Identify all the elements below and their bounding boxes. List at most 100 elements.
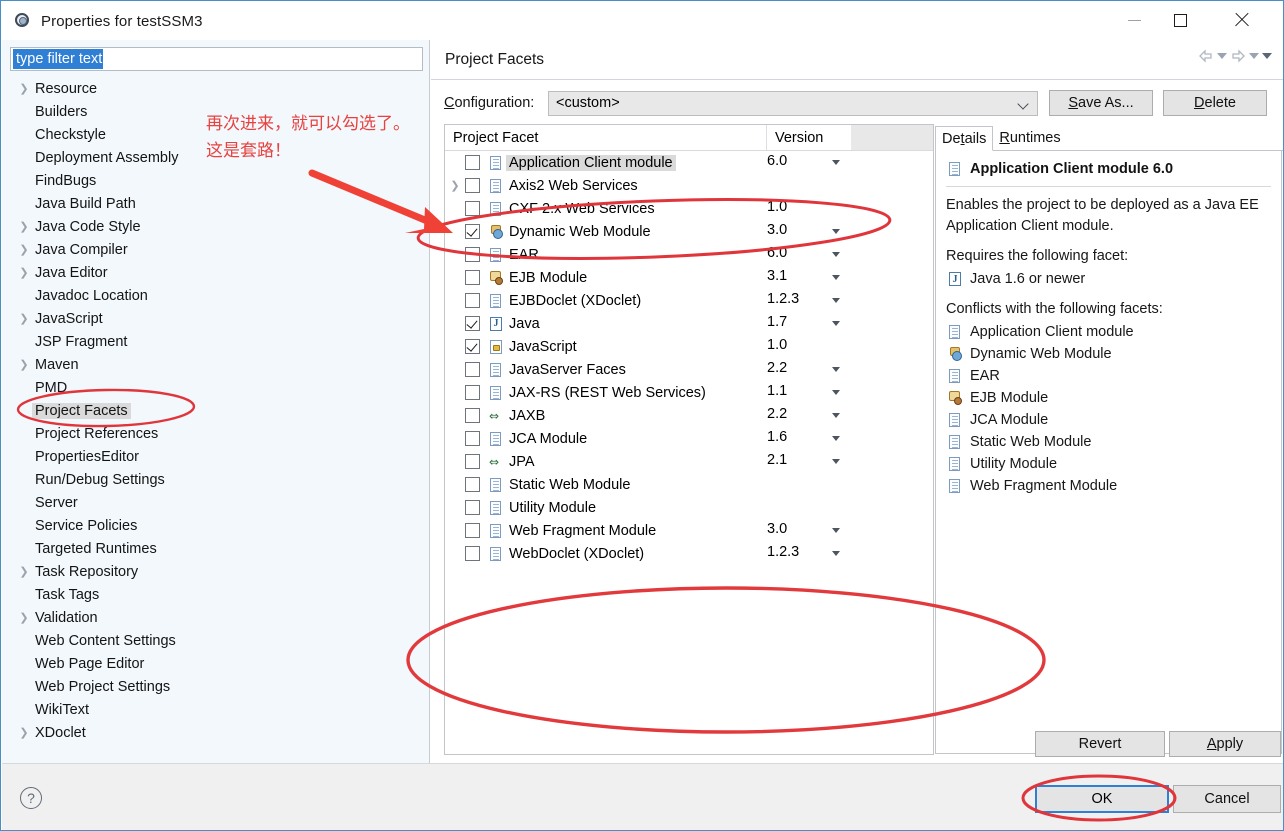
version-dropdown-icon[interactable] bbox=[832, 436, 840, 441]
facet-checkbox[interactable] bbox=[465, 500, 480, 515]
version-dropdown-icon[interactable] bbox=[832, 321, 840, 326]
version-dropdown-icon[interactable] bbox=[832, 413, 840, 418]
column-header-version[interactable]: Version bbox=[767, 125, 851, 150]
sidebar-item-service-policies[interactable]: ❯Service Policies bbox=[2, 514, 429, 537]
close-button[interactable] bbox=[1219, 2, 1265, 38]
table-row[interactable]: JavaServer Faces 2.2 bbox=[445, 358, 933, 381]
sidebar-item-java-code-style[interactable]: ❯ Java Code Style bbox=[2, 215, 429, 238]
facet-checkbox[interactable] bbox=[465, 224, 480, 239]
maximize-button[interactable] bbox=[1157, 2, 1203, 38]
sidebar-item-wikitext[interactable]: ❯WikiText bbox=[2, 698, 429, 721]
sidebar-item-project-references[interactable]: ❯Project References bbox=[2, 422, 429, 445]
apply-button[interactable]: Apply bbox=[1169, 731, 1281, 757]
table-row[interactable]: ❯ Axis2 Web Services bbox=[445, 174, 933, 197]
facet-checkbox[interactable] bbox=[465, 362, 480, 377]
version-dropdown-icon[interactable] bbox=[832, 229, 840, 234]
chevron-right-icon[interactable]: ❯ bbox=[16, 726, 32, 739]
sidebar-item-pmd[interactable]: ❯PMD bbox=[2, 376, 429, 399]
sidebar-item-resource[interactable]: ❯ Resource bbox=[2, 77, 429, 100]
configuration-select[interactable]: <custom> bbox=[548, 90, 1038, 116]
facet-checkbox[interactable] bbox=[465, 454, 480, 469]
help-icon[interactable]: ? bbox=[20, 787, 42, 809]
sidebar-item-task-tags[interactable]: ❯Task Tags bbox=[2, 583, 429, 606]
sidebar-item-javadoc-location[interactable]: ❯Javadoc Location bbox=[2, 284, 429, 307]
chevron-right-icon[interactable]: ❯ bbox=[445, 179, 465, 192]
column-header-facet[interactable]: Project Facet bbox=[445, 125, 767, 150]
table-row[interactable]: JCA Module 1.6 bbox=[445, 427, 933, 450]
ok-button[interactable]: OK bbox=[1035, 785, 1169, 813]
chevron-right-icon[interactable]: ❯ bbox=[16, 611, 32, 624]
table-row[interactable]: ⇔ JPA 2.1 bbox=[445, 450, 933, 473]
table-row[interactable]: Static Web Module bbox=[445, 473, 933, 496]
table-row[interactable]: JavaScript 1.0 bbox=[445, 335, 933, 358]
sidebar-item-propertieseditor[interactable]: ❯PropertiesEditor bbox=[2, 445, 429, 468]
facet-checkbox[interactable] bbox=[465, 270, 480, 285]
version-dropdown-icon[interactable] bbox=[832, 298, 840, 303]
sidebar-item-xdoclet[interactable]: ❯ XDoclet bbox=[2, 721, 429, 744]
sidebar-item-javascript[interactable]: ❯ JavaScript bbox=[2, 307, 429, 330]
sidebar-item-web-project-settings[interactable]: ❯Web Project Settings bbox=[2, 675, 429, 698]
facet-checkbox[interactable] bbox=[465, 339, 480, 354]
cancel-button[interactable]: Cancel bbox=[1173, 785, 1281, 813]
table-row[interactable]: ⇔ JAXB 2.2 bbox=[445, 404, 933, 427]
forward-dropdown-icon[interactable] bbox=[1249, 53, 1259, 59]
version-dropdown-icon[interactable] bbox=[832, 528, 840, 533]
search-input[interactable]: type filter text bbox=[10, 47, 423, 71]
sidebar-item-maven[interactable]: ❯ Maven bbox=[2, 353, 429, 376]
project-facet-table[interactable]: Project Facet Version Application Client… bbox=[444, 124, 934, 755]
sidebar-item-server[interactable]: ❯Server bbox=[2, 491, 429, 514]
table-row[interactable]: EAR 6.0 bbox=[445, 243, 933, 266]
version-dropdown-icon[interactable] bbox=[832, 367, 840, 372]
minimize-button[interactable] bbox=[1111, 2, 1157, 38]
facet-checkbox[interactable] bbox=[465, 178, 480, 193]
sidebar-item-web-content-settings[interactable]: ❯Web Content Settings bbox=[2, 629, 429, 652]
back-dropdown-icon[interactable] bbox=[1217, 53, 1227, 59]
table-row[interactable]: EJB Module 3.1 bbox=[445, 266, 933, 289]
delete-button[interactable]: Delete bbox=[1163, 90, 1267, 116]
version-dropdown-icon[interactable] bbox=[832, 275, 840, 280]
table-row[interactable]: Web Fragment Module 3.0 bbox=[445, 519, 933, 542]
table-row[interactable]: EJBDoclet (XDoclet) 1.2.3 bbox=[445, 289, 933, 312]
chevron-right-icon[interactable]: ❯ bbox=[16, 82, 32, 95]
sidebar-item-java-compiler[interactable]: ❯ Java Compiler bbox=[2, 238, 429, 261]
version-dropdown-icon[interactable] bbox=[832, 160, 840, 165]
sidebar-item-findbugs[interactable]: ❯FindBugs bbox=[2, 169, 429, 192]
sidebar-item-validation[interactable]: ❯ Validation bbox=[2, 606, 429, 629]
sidebar-item-web-page-editor[interactable]: ❯Web Page Editor bbox=[2, 652, 429, 675]
sidebar-item-jsp-fragment[interactable]: ❯JSP Fragment bbox=[2, 330, 429, 353]
chevron-right-icon[interactable]: ❯ bbox=[16, 220, 32, 233]
chevron-right-icon[interactable]: ❯ bbox=[16, 312, 32, 325]
table-row[interactable]: Utility Module bbox=[445, 496, 933, 519]
sidebar-item-run-debug-settings[interactable]: ❯Run/Debug Settings bbox=[2, 468, 429, 491]
facet-checkbox[interactable] bbox=[465, 431, 480, 446]
facet-checkbox[interactable] bbox=[465, 247, 480, 262]
table-row[interactable]: WebDoclet (XDoclet) 1.2.3 bbox=[445, 542, 933, 565]
sidebar-item-project-facets[interactable]: ❯Project Facets bbox=[2, 399, 429, 422]
sidebar-item-java-editor[interactable]: ❯ Java Editor bbox=[2, 261, 429, 284]
tab-runtimes[interactable]: Runtimes bbox=[993, 125, 1066, 150]
facet-checkbox[interactable] bbox=[465, 385, 480, 400]
back-arrow-icon[interactable] bbox=[1198, 49, 1214, 63]
table-row[interactable]: Application Client module 6.0 bbox=[445, 151, 933, 174]
facet-checkbox[interactable] bbox=[465, 408, 480, 423]
forward-arrow-icon[interactable] bbox=[1230, 49, 1246, 63]
version-dropdown-icon[interactable] bbox=[832, 390, 840, 395]
settings-tree[interactable]: ❯Resource❯Builders❯Checkstyle❯Deployment… bbox=[2, 77, 429, 761]
chevron-right-icon[interactable]: ❯ bbox=[16, 358, 32, 371]
chevron-right-icon[interactable]: ❯ bbox=[16, 243, 32, 256]
facet-checkbox[interactable] bbox=[465, 523, 480, 538]
table-row[interactable]: J Java 1.7 bbox=[445, 312, 933, 335]
tab-details[interactable]: Details bbox=[935, 126, 994, 151]
chevron-right-icon[interactable]: ❯ bbox=[16, 565, 32, 578]
chevron-right-icon[interactable]: ❯ bbox=[16, 266, 32, 279]
version-dropdown-icon[interactable] bbox=[832, 551, 840, 556]
table-row[interactable]: JAX-RS (REST Web Services) 1.1 bbox=[445, 381, 933, 404]
version-dropdown-icon[interactable] bbox=[832, 252, 840, 257]
table-row[interactable]: Dynamic Web Module 3.0 bbox=[445, 220, 933, 243]
sidebar-item-task-repository[interactable]: ❯ Task Repository bbox=[2, 560, 429, 583]
sidebar-item-java-build-path[interactable]: ❯Java Build Path bbox=[2, 192, 429, 215]
view-menu-icon[interactable] bbox=[1262, 53, 1272, 59]
facet-checkbox[interactable] bbox=[465, 155, 480, 170]
sidebar-item-targeted-runtimes[interactable]: ❯Targeted Runtimes bbox=[2, 537, 429, 560]
facet-checkbox[interactable] bbox=[465, 293, 480, 308]
